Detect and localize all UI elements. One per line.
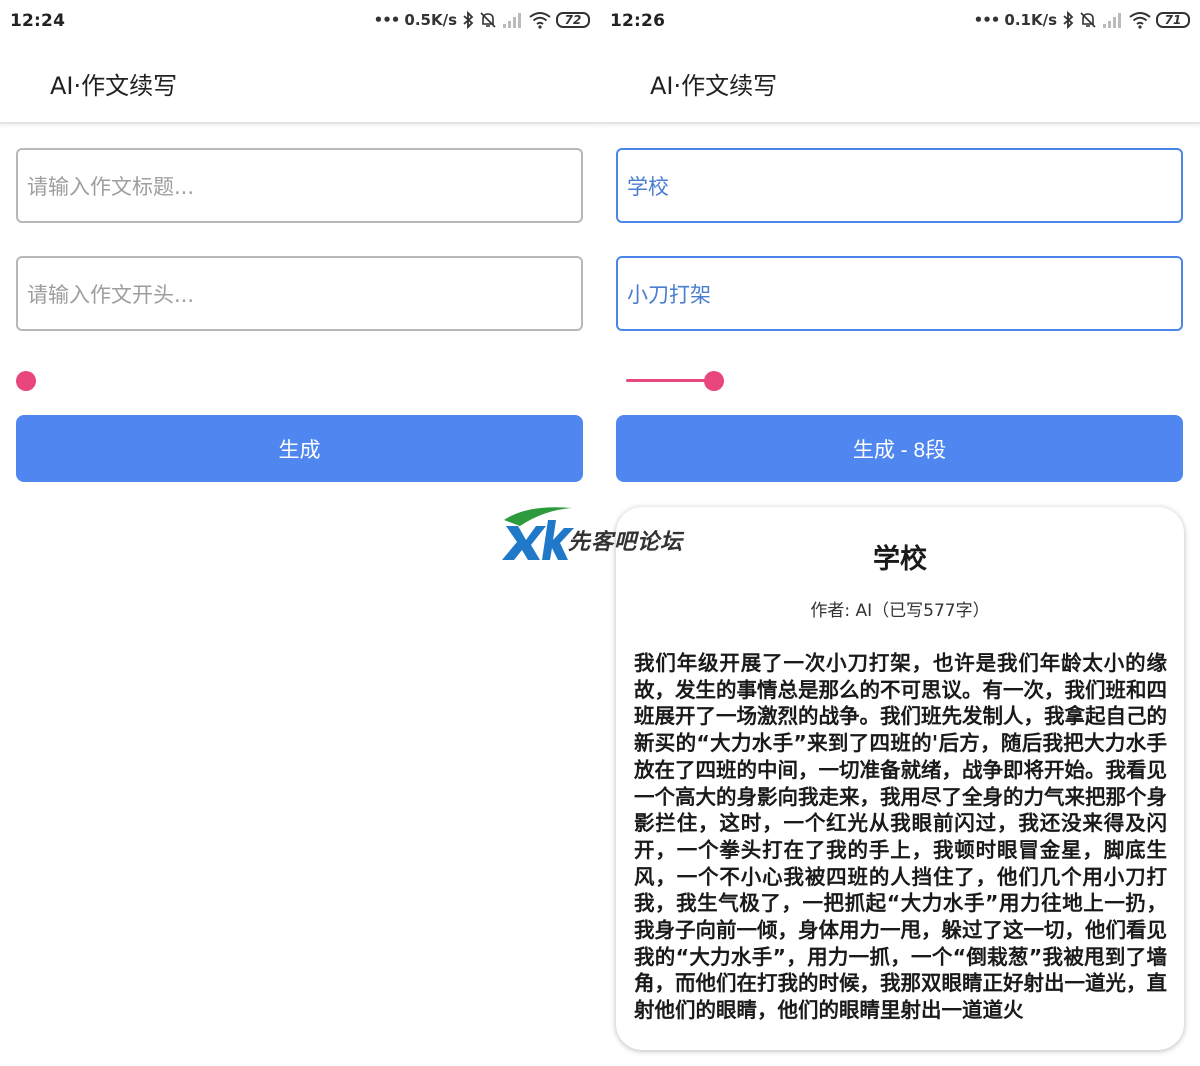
watermark-text: 先客吧论坛 — [568, 529, 684, 555]
status-bar: 12:26 ••• 0.1K/s 71 — [600, 0, 1200, 40]
paragraph-slider[interactable] — [16, 366, 583, 396]
status-time: 12:24 — [10, 11, 66, 31]
battery-icon: 71 — [1156, 12, 1190, 28]
opening-input-placeholder: 请输入作文开头... — [27, 282, 195, 307]
slider-thumb[interactable] — [703, 371, 724, 391]
app-title: AI·作文续写 — [50, 72, 178, 100]
title-input[interactable]: 学校 — [616, 148, 1183, 223]
bluetooth-icon — [463, 11, 474, 29]
network-speed: 0.1K/s — [1004, 11, 1057, 29]
title-input-placeholder: 请输入作文标题... — [27, 174, 195, 199]
battery-icon: 72 — [556, 12, 590, 28]
signal-icon — [1103, 13, 1121, 28]
generate-button[interactable]: 生成 - 8段 — [616, 415, 1183, 482]
opening-input[interactable]: 小刀打架 — [616, 256, 1183, 331]
opening-input-value: 小刀打架 — [627, 282, 711, 307]
status-icons: ••• 0.5K/s 72 — [374, 10, 590, 30]
opening-input[interactable]: 请输入作文开头... — [16, 256, 583, 331]
mute-icon — [1080, 12, 1096, 28]
app-bar: AI·作文续写 — [600, 40, 1200, 124]
app-title: AI·作文续写 — [650, 72, 778, 100]
essay-body: 我们年级开展了一次小刀打架，也许是我们年龄太小的缘故，发生的事情总是那么的不可思… — [634, 651, 1167, 1023]
more-dots-icon: ••• — [973, 11, 1001, 29]
more-dots-icon: ••• — [373, 11, 401, 29]
title-input[interactable]: 请输入作文标题... — [16, 148, 583, 223]
slider-thumb[interactable] — [16, 371, 36, 391]
signal-icon — [503, 13, 521, 28]
wifi-icon — [1129, 12, 1151, 29]
network-speed: 0.5K/s — [404, 11, 457, 29]
xk-logo-icon — [502, 507, 574, 560]
status-bar: 12:24 ••• 0.5K/s 72 — [0, 0, 600, 40]
title-input-value: 学校 — [627, 174, 669, 199]
paragraph-slider[interactable] — [616, 366, 1183, 396]
status-time: 12:26 — [610, 11, 666, 31]
generate-button[interactable]: 生成 — [16, 415, 583, 482]
slider-fill — [626, 379, 714, 382]
mute-icon — [480, 12, 496, 28]
essay-card[interactable]: 学校 作者: AI（已写577字） 我们年级开展了一次小刀打架，也许是我们年龄太… — [616, 507, 1184, 1050]
bluetooth-icon — [1063, 11, 1074, 29]
essay-meta: 作者: AI（已写577字） — [810, 601, 990, 621]
app-bar: AI·作文续写 — [0, 40, 600, 124]
wifi-icon — [529, 12, 551, 29]
status-icons: ••• 0.1K/s 71 — [974, 10, 1190, 30]
forum-watermark: 先客吧论坛 — [498, 500, 708, 564]
